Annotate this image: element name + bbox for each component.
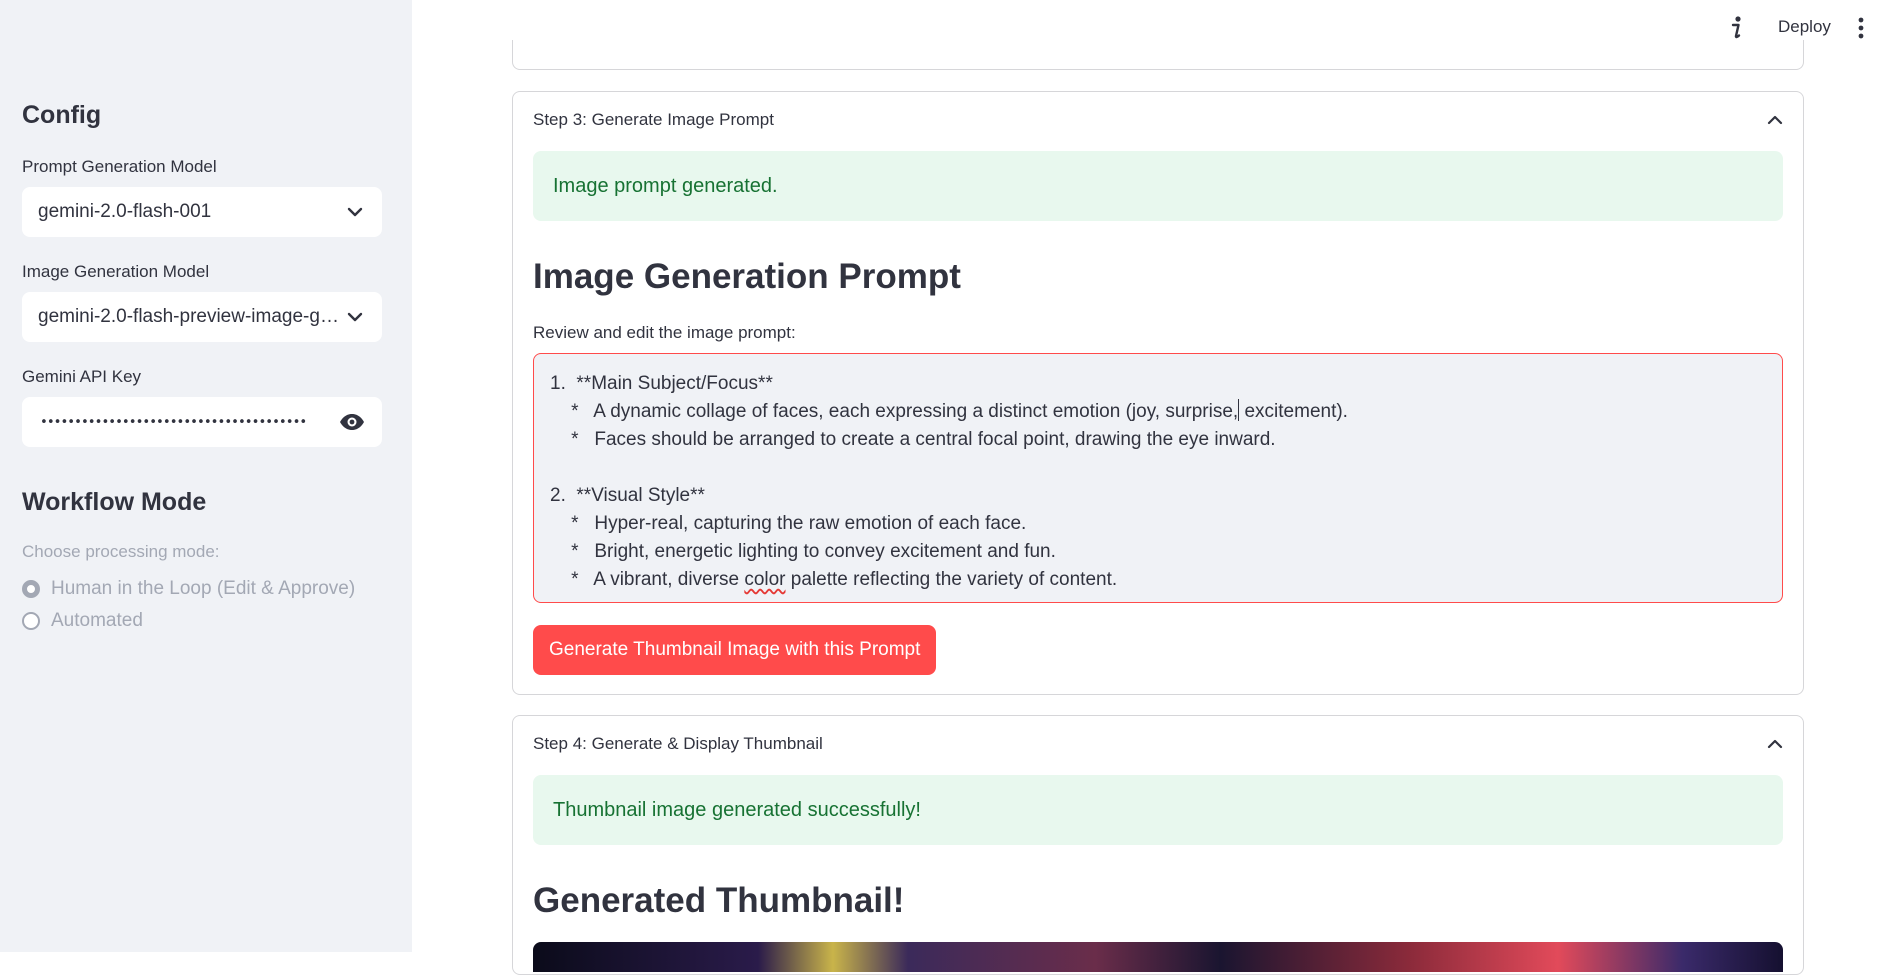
info-icon[interactable] xyxy=(1726,14,1746,42)
prompt-textarea-label: Review and edit the image prompt: xyxy=(533,323,796,342)
image-model-value: gemini-2.0-flash-preview-image-generatio… xyxy=(38,306,344,327)
api-key-field[interactable] xyxy=(22,397,382,447)
prompt-line: * Bright, energetic lighting to convey e… xyxy=(550,541,1056,562)
spellcheck-word: color xyxy=(744,569,786,590)
text-caret xyxy=(1238,399,1240,421)
radio-button-checked[interactable] xyxy=(22,580,40,598)
radio-automated[interactable]: Automated xyxy=(22,610,143,632)
prompt-line: * A dynamic collage of faces, each expre… xyxy=(550,399,1348,422)
radio-human-in-loop[interactable]: Human in the Loop (Edit & Approve) xyxy=(22,578,355,600)
kebab-menu-icon[interactable] xyxy=(1856,16,1866,40)
previous-step-card xyxy=(512,40,1804,70)
prompt-line: 1. **Main Subject/Focus** xyxy=(550,373,773,394)
prompt-line: * Faces should be arranged to create a c… xyxy=(550,429,1276,450)
step3-title: Step 3: Generate Image Prompt xyxy=(533,110,774,129)
radio-button[interactable] xyxy=(22,612,40,630)
prompt-line: * Hyper-real, capturing the raw emotion … xyxy=(550,513,1027,534)
deploy-button[interactable]: Deploy xyxy=(1778,17,1831,37)
chevron-down-icon xyxy=(344,201,366,223)
chevron-up-icon xyxy=(1767,110,1783,130)
prompt-model-value: gemini-2.0-flash-001 xyxy=(38,201,212,222)
step4-success-alert: Thumbnail image generated successfully! xyxy=(533,775,1783,845)
config-title: Config xyxy=(22,101,102,129)
step3-header[interactable]: Step 3: Generate Image Prompt xyxy=(533,92,1783,148)
step4-header[interactable]: Step 4: Generate & Display Thumbnail xyxy=(533,716,1783,772)
image-model-label: Image Generation Model xyxy=(22,262,210,281)
workflow-label: Choose processing mode: xyxy=(22,542,220,561)
step3-success-alert: Image prompt generated. xyxy=(533,151,1783,221)
generated-thumbnail-image xyxy=(533,942,1783,972)
api-key-input[interactable] xyxy=(38,413,330,431)
step4-title: Step 4: Generate & Display Thumbnail xyxy=(533,734,823,753)
step4-card: Step 4: Generate & Display Thumbnail Thu… xyxy=(512,715,1804,975)
prompt-model-select[interactable]: gemini-2.0-flash-001 xyxy=(22,187,382,237)
prompt-line xyxy=(550,454,1766,482)
image-prompt-heading: Image Generation Prompt xyxy=(533,257,961,296)
prompt-line: 2. **Visual Style** xyxy=(550,485,705,506)
prompt-line: * A vibrant, diverse color palette refle… xyxy=(550,569,1118,590)
workflow-title: Workflow Mode xyxy=(22,488,207,516)
prompt-model-label: Prompt Generation Model xyxy=(22,157,217,176)
sidebar: Config Prompt Generation Model gemini-2.… xyxy=(0,0,412,952)
api-key-label: Gemini API Key xyxy=(22,367,142,386)
prompt-textarea[interactable]: 1. **Main Subject/Focus** * A dynamic co… xyxy=(533,353,1783,603)
generated-thumbnail-heading: Generated Thumbnail! xyxy=(533,881,905,920)
image-model-select[interactable]: gemini-2.0-flash-preview-image-generatio… xyxy=(22,292,382,342)
chevron-down-icon xyxy=(344,306,366,328)
generate-thumbnail-button[interactable]: Generate Thumbnail Image with this Promp… xyxy=(533,625,937,675)
step3-card: Step 3: Generate Image Prompt Image prom… xyxy=(512,91,1804,695)
radio-label: Human in the Loop (Edit & Approve) xyxy=(51,578,356,599)
eye-icon[interactable] xyxy=(338,412,366,432)
radio-label: Automated xyxy=(51,610,143,631)
chevron-up-icon xyxy=(1767,734,1783,754)
